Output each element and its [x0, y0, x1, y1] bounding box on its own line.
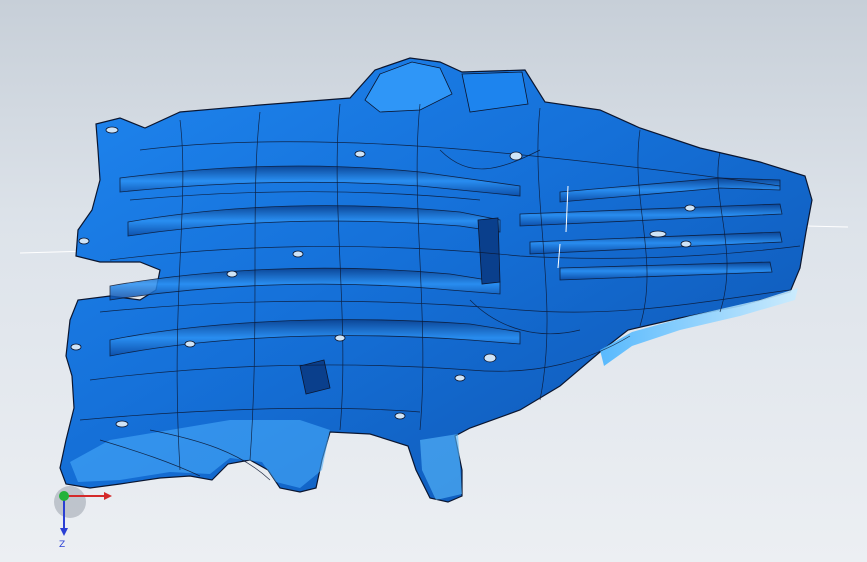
cad-3d-viewport[interactable]: Z — [0, 0, 867, 562]
triad-x-arrow — [104, 492, 112, 500]
triad-z-arrow — [60, 528, 68, 536]
triad-origin-shadow — [54, 486, 86, 518]
coordinate-triad[interactable]: Z — [54, 486, 112, 550]
triad-z-label: Z — [59, 540, 65, 550]
triad-y-axis — [59, 491, 69, 501]
underbody-shield-part[interactable] — [59, 57, 813, 503]
